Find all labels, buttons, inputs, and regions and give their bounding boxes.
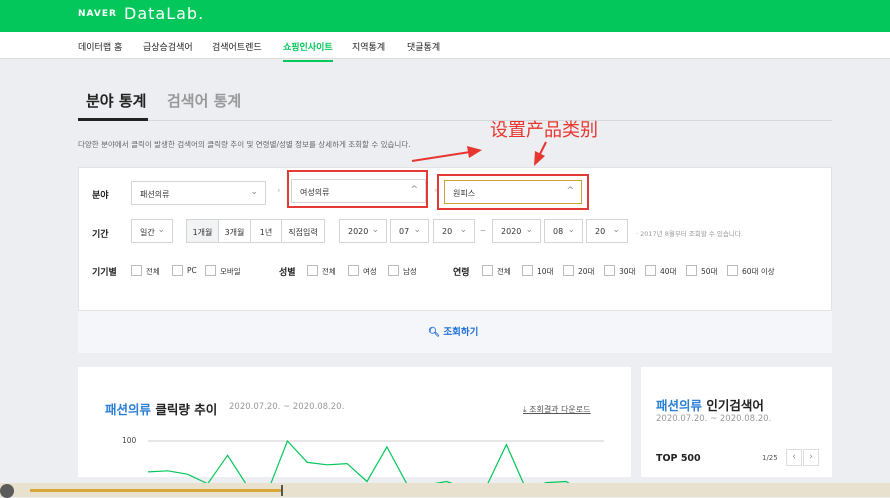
range-1year-button[interactable]: 1년 (250, 219, 282, 243)
y-tick-label: 100 (122, 436, 137, 445)
gender-female-label: 여성 (363, 267, 377, 276)
age-60plus-checkbox[interactable] (727, 265, 738, 276)
gender-all-label: 전체 (322, 267, 336, 276)
page-indicator: 1/25 (762, 454, 778, 462)
trend-date-range: 2020.07.20. ~ 2020.08.20. (229, 402, 345, 412)
bottom-player-bar (0, 483, 890, 498)
age-20s-label: 20대 (578, 267, 595, 276)
trend-title-rest: 클릭량 추이 (155, 402, 218, 417)
period-unit-value: 일간 (140, 228, 155, 237)
age-10s-label: 10대 (537, 267, 554, 276)
device-mobile-label: 모바일 (220, 267, 241, 276)
search-button-label: 조회하기 (443, 327, 479, 338)
chevron-right-icon: › (809, 452, 813, 462)
trend-card (78, 367, 631, 477)
age-50s-checkbox[interactable] (686, 265, 697, 276)
chevron-right-icon: › (277, 186, 281, 196)
gender-male-label: 남성 (403, 267, 417, 276)
start-year-value: 2020 (348, 227, 369, 236)
period-unit-select[interactable]: 일간 ⌄ (131, 219, 173, 243)
age-20s-checkbox[interactable] (563, 265, 574, 276)
chevron-down-icon: ⌄ (250, 187, 258, 197)
chevron-down-icon: ⌄ (459, 225, 467, 235)
device-all-checkbox[interactable] (131, 265, 142, 276)
date-range-separator: ~ (480, 226, 487, 235)
end-month-value: 08 (553, 227, 564, 236)
age-30s-checkbox[interactable] (604, 265, 615, 276)
highlight-box-item (437, 174, 589, 210)
trend-title: 패션의류 클릭량 추이 (105, 399, 217, 418)
gender-label: 성별 (279, 268, 296, 278)
end-day-select[interactable]: 20 ⌄ (586, 219, 628, 243)
category-select-1[interactable]: 패션의류 ⌄ (131, 181, 266, 205)
prev-page-button[interactable]: ‹ (786, 449, 802, 466)
start-month-select[interactable]: 07 ⌄ (390, 219, 429, 243)
popular-title-rest: 인기검색어 (706, 398, 764, 413)
trend-title-category: 패션의류 (105, 402, 152, 417)
popular-title-category: 패션의류 (656, 398, 703, 413)
gender-female-checkbox[interactable] (348, 265, 359, 276)
device-pc-checkbox[interactable] (172, 265, 183, 276)
device-label: 기기별 (92, 268, 117, 278)
age-60plus-label: 60대 이상 (742, 267, 775, 276)
top500-label: TOP 500 (656, 453, 701, 464)
start-year-select[interactable]: 2020 ⌄ (339, 219, 387, 243)
age-40s-label: 40대 (660, 267, 677, 276)
age-40s-checkbox[interactable] (645, 265, 656, 276)
start-day-value: 20 (442, 227, 453, 236)
device-mobile-checkbox[interactable] (205, 265, 216, 276)
end-year-select[interactable]: 2020 ⌄ (492, 219, 541, 243)
end-month-select[interactable]: 08 ⌄ (544, 219, 583, 243)
chevron-down-icon: ⌄ (157, 225, 165, 235)
category-select-1-value: 패션의류 (140, 190, 170, 199)
chevron-left-icon: ‹ (792, 452, 796, 462)
range-3month-button[interactable]: 3개월 (218, 219, 251, 243)
progress-fill (30, 489, 282, 492)
download-results-link[interactable]: ⤓ 조회결과 다운로드 (523, 404, 591, 415)
play-icon[interactable] (0, 484, 14, 498)
age-50s-label: 50대 (701, 267, 718, 276)
popular-title: 패션의류 인기검색어 (656, 395, 764, 414)
arrow-head-left (467, 146, 482, 158)
device-pc-label: PC (187, 266, 197, 275)
age-10s-checkbox[interactable] (522, 265, 533, 276)
popular-date-range: 2020.07.20. ~ 2020.08.20. (656, 414, 772, 424)
arrow-line-right (539, 141, 547, 155)
arrow-line-left (411, 151, 471, 162)
end-day-value: 20 (595, 227, 606, 236)
arrow-head-right (534, 151, 545, 166)
chevron-down-icon: ⌄ (567, 225, 575, 235)
end-year-value: 2020 (501, 227, 522, 236)
chevron-down-icon: ⌄ (612, 225, 620, 235)
start-day-select[interactable]: 20 ⌄ (433, 219, 475, 243)
chevron-down-icon: ⌄ (413, 225, 421, 235)
highlight-box-subcategory (287, 170, 428, 208)
gender-male-checkbox[interactable] (388, 265, 399, 276)
start-month-value: 07 (399, 227, 410, 236)
chevron-down-icon: ⌄ (525, 225, 533, 235)
age-30s-label: 30대 (619, 267, 636, 276)
next-page-button[interactable]: › (803, 449, 819, 466)
range-1month-button[interactable]: 1개월 (186, 219, 219, 243)
device-all-label: 전체 (146, 267, 160, 276)
search-icon: 🔍︎ (428, 327, 444, 338)
progress-handle[interactable] (281, 485, 283, 496)
chevron-down-icon: ⌄ (371, 225, 379, 235)
category-label: 분야 (92, 191, 109, 201)
age-all-checkbox[interactable] (482, 265, 493, 276)
age-label: 연령 (453, 268, 470, 278)
search-button[interactable]: 🔍︎ 조회하기 (428, 324, 478, 338)
period-label: 기간 (92, 230, 109, 240)
age-all-label: 전체 (497, 267, 511, 276)
download-label: 조회결과 다운로드 (529, 405, 591, 414)
range-custom-button[interactable]: 직접입력 (281, 219, 325, 243)
period-note: · 2017년 8월부터 조회할 수 있습니다. (636, 230, 743, 238)
gender-all-checkbox[interactable] (307, 265, 318, 276)
